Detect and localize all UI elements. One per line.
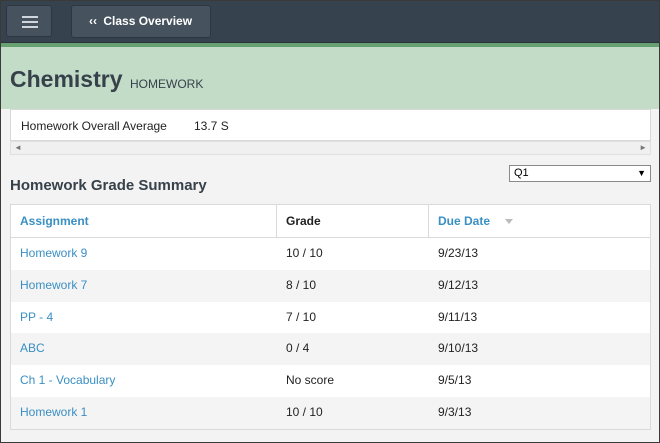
scroll-left-arrow-icon[interactable]: ◄ bbox=[14, 142, 22, 154]
due-date-cell: 9/23/13 bbox=[438, 246, 479, 260]
assignment-link[interactable]: PP - 4 bbox=[11, 302, 277, 334]
table-header: Assignment Grade Due Date bbox=[11, 205, 650, 238]
assignment-link[interactable]: Homework 1 bbox=[11, 397, 277, 429]
table-row: PP - 4 7 / 10 9/11/13 bbox=[11, 301, 650, 334]
grade-cell: 0 / 4 bbox=[286, 341, 310, 356]
horizontal-scrollbar[interactable]: ◄ ► bbox=[10, 141, 651, 155]
due-date-cell: 9/3/13 bbox=[438, 404, 472, 419]
grade-cell: 7 / 10 bbox=[286, 309, 317, 324]
page-subtitle: HOMEWORK bbox=[130, 77, 204, 91]
overall-average-panel: Homework Overall Average 13.7 S bbox=[10, 109, 651, 141]
menu-button[interactable] bbox=[6, 5, 52, 37]
table-row: ABC 0 / 4 9/10/13 bbox=[11, 333, 650, 366]
double-chevron-left-icon: ‹‹ bbox=[89, 14, 97, 28]
due-date-cell: 9/10/13 bbox=[438, 341, 479, 356]
overall-average-label: Homework Overall Average bbox=[21, 119, 167, 133]
assignment-link[interactable]: Homework 7 bbox=[11, 270, 277, 302]
due-date-cell: 9/11/13 bbox=[438, 309, 478, 324]
table-row: Homework 7 8 / 10 9/12/13 bbox=[11, 269, 650, 302]
page-title: Chemistry bbox=[10, 66, 123, 92]
top-nav-bar: ‹‹ Class Overview bbox=[1, 1, 659, 43]
assignment-link[interactable]: Ch 1 - Vocabulary bbox=[11, 365, 277, 397]
class-overview-button[interactable]: ‹‹ Class Overview bbox=[71, 5, 211, 38]
column-header-due-date-label: Due Date bbox=[438, 214, 491, 228]
assignment-link[interactable]: Homework 9 bbox=[11, 238, 277, 270]
hamburger-menu-icon bbox=[22, 16, 38, 18]
quarter-select-value: Q1 bbox=[514, 167, 529, 179]
table-row: Homework 1 10 / 10 9/3/13 bbox=[11, 396, 650, 429]
course-header: Chemistry HOMEWORK bbox=[1, 47, 659, 109]
column-header-due-date[interactable]: Due Date bbox=[429, 205, 650, 237]
table-row: Ch 1 - Vocabulary No score 9/5/13 bbox=[11, 365, 650, 397]
column-header-assignment[interactable]: Assignment bbox=[11, 205, 277, 237]
grade-cell: 8 / 10 bbox=[286, 277, 317, 292]
sort-descending-icon bbox=[505, 219, 514, 225]
scroll-right-arrow-icon[interactable]: ► bbox=[639, 142, 647, 154]
due-date-cell: 9/12/13 bbox=[438, 277, 479, 292]
table-row: Homework 9 10 / 10 9/23/13 bbox=[11, 238, 650, 270]
due-date-cell: 9/5/13 bbox=[438, 373, 472, 388]
assignment-link[interactable]: ABC bbox=[11, 333, 277, 365]
class-overview-label: Class Overview bbox=[103, 14, 193, 28]
grade-summary-table: Assignment Grade Due Date Homework 9 10 … bbox=[10, 204, 651, 430]
section-title: Homework Grade Summary bbox=[10, 177, 207, 194]
overall-average-value: 13.7 S bbox=[194, 119, 229, 133]
grade-cell: 10 / 10 bbox=[286, 404, 323, 419]
quarter-select[interactable]: Q1 ▼ bbox=[509, 165, 651, 182]
grade-cell: 10 / 10 bbox=[286, 246, 323, 260]
grade-cell: No score bbox=[286, 373, 335, 388]
dropdown-caret-icon: ▼ bbox=[637, 168, 646, 178]
app-frame: ‹‹ Class Overview Chemistry HOMEWORK Hom… bbox=[0, 0, 660, 443]
column-header-grade: Grade bbox=[277, 205, 429, 237]
